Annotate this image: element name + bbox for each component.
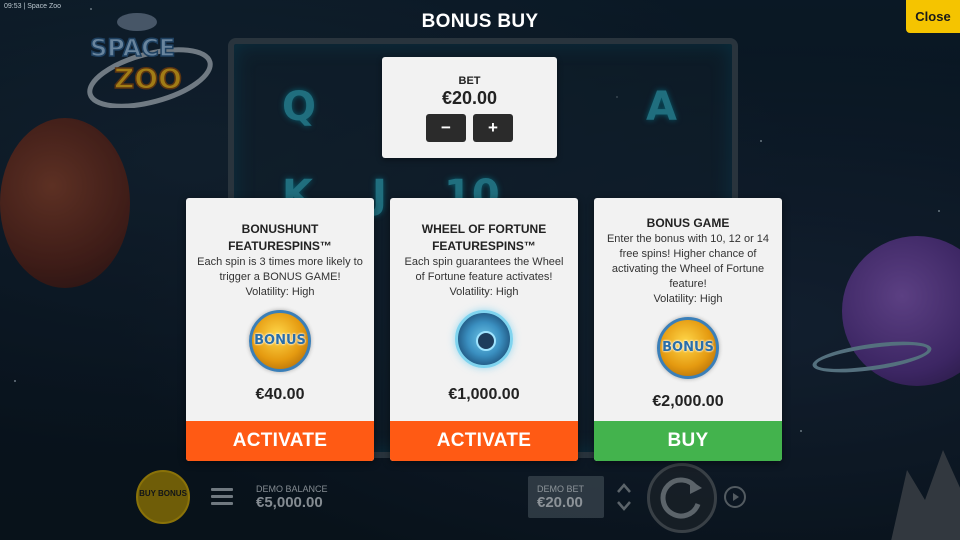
bet-label: BET <box>458 75 481 87</box>
card-price: €2,000.00 <box>652 393 724 410</box>
close-button[interactable]: Close <box>906 0 960 33</box>
bet-controls: − + <box>382 114 557 142</box>
bet-value: €20.00 <box>441 88 498 108</box>
page-title: BONUS BUY <box>421 11 539 32</box>
bet-increase-button[interactable]: + <box>473 114 513 142</box>
card-title: BONUSHUNT FEATURESPINS™ <box>228 222 332 253</box>
card-volatility: Volatility: High <box>245 286 315 298</box>
bonus-coin-icon: BONUS <box>248 310 312 374</box>
bet-decrease-button[interactable]: − <box>426 114 466 142</box>
card-price: €1,000.00 <box>448 386 520 403</box>
wheel-of-fortune-card: WHEEL OF FORTUNE FEATURESPINS™ Each spin… <box>390 198 578 461</box>
card-title: WHEEL OF FORTUNE FEATURESPINS™ <box>421 222 547 253</box>
bonus-coin-icon: BONUS <box>656 317 720 381</box>
wheel-of-fortune-icon <box>452 310 516 374</box>
card-price: €40.00 <box>255 386 305 403</box>
card-description: Each spin guarantees the Wheel of Fortun… <box>404 256 564 283</box>
bonus-coin-text: BONUS <box>254 333 306 348</box>
activate-bonushunt-button[interactable]: ACTIVATE <box>186 421 374 461</box>
bonushunt-card: BONUSHUNT FEATURESPINS™ Each spin is 3 t… <box>186 198 374 461</box>
card-description: Each spin is 3 times more likely to trig… <box>197 256 363 283</box>
activate-wheel-button[interactable]: ACTIVATE <box>390 421 578 461</box>
card-volatility: Volatility: High <box>653 293 723 305</box>
buy-bonus-game-button[interactable]: BUY <box>594 421 782 461</box>
card-title: BONUS GAME <box>646 216 730 230</box>
status-bar: 09:53 | Space Zoo <box>4 3 62 10</box>
bonus-game-card: BONUS GAME Enter the bonus with 10, 12 o… <box>594 198 782 461</box>
bonus-coin-text: BONUS <box>662 340 714 355</box>
bet-panel: BET €20.00 − + <box>382 57 557 158</box>
card-description: Enter the bonus with 10, 12 or 14 free s… <box>606 233 770 290</box>
card-volatility: Volatility: High <box>449 286 519 298</box>
